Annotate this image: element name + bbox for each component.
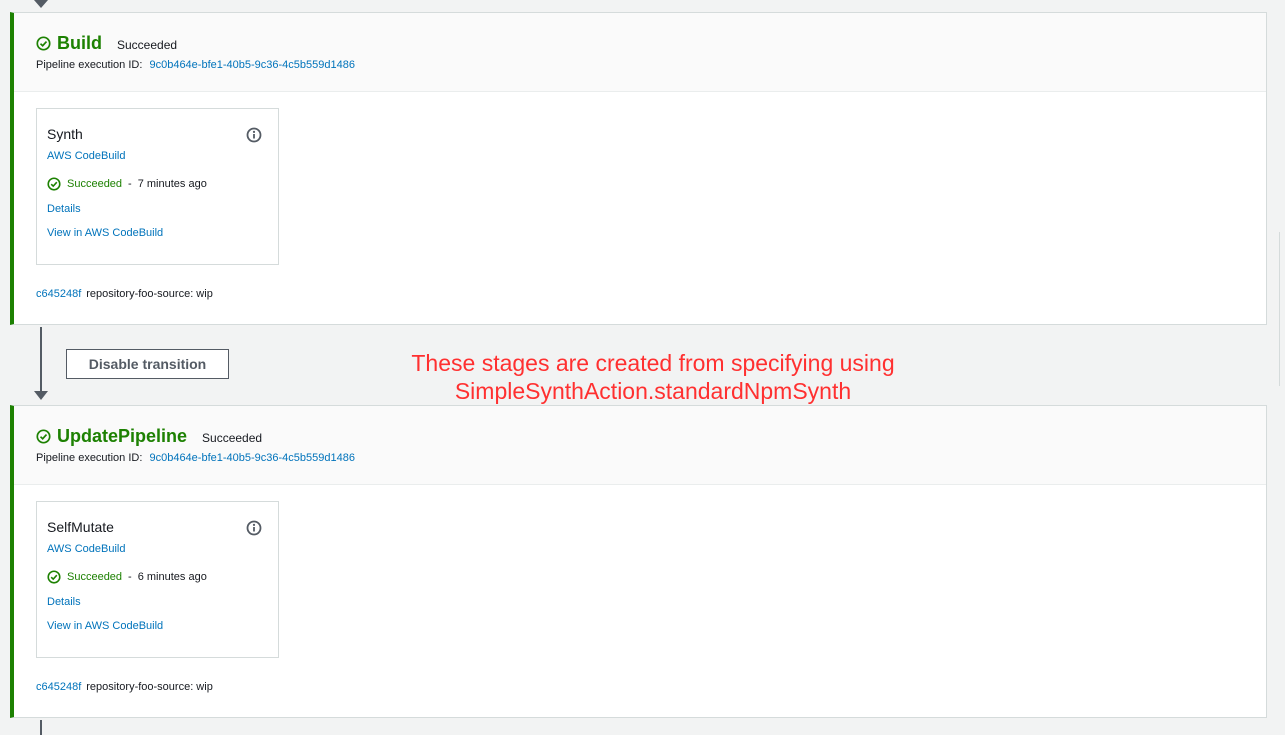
stage-build: Build Succeeded Pipeline execution ID: 9…: [10, 12, 1267, 325]
view-in-codebuild-link[interactable]: View in AWS CodeBuild: [47, 227, 278, 239]
check-circle-icon: [47, 177, 61, 191]
action-time: 6 minutes ago: [137, 571, 207, 583]
action-card-selfmutate: SelfMutate AWS CodeBuild Succeeded - 6 m…: [36, 501, 279, 658]
action-status: Succeeded: [67, 178, 123, 190]
action-time: 7 minutes ago: [137, 178, 207, 190]
action-status: Succeeded: [67, 571, 123, 583]
action-card-synth: Synth AWS CodeBuild Succeeded - 7 minute…: [36, 108, 279, 265]
action-provider-link[interactable]: AWS CodeBuild: [47, 150, 278, 162]
commit-message: repository-foo-source: wip: [86, 288, 213, 300]
view-in-codebuild-link[interactable]: View in AWS CodeBuild: [47, 620, 278, 632]
check-circle-icon: [47, 570, 61, 584]
exec-id-label: Pipeline execution ID:: [36, 59, 143, 71]
action-provider-link[interactable]: AWS CodeBuild: [47, 543, 278, 555]
commit-message: repository-foo-source: wip: [86, 681, 213, 693]
info-icon[interactable]: [246, 520, 262, 536]
check-circle-icon: [36, 428, 51, 444]
action-name: Synth: [47, 126, 83, 142]
annotation-line-1: These stages are created from specifying…: [411, 350, 895, 376]
action-name: SelfMutate: [47, 519, 114, 535]
stage-name: UpdatePipeline: [57, 425, 188, 446]
stage-update-pipeline: UpdatePipeline Succeeded Pipeline execut…: [10, 405, 1267, 718]
scrollbar-edge: [1279, 232, 1285, 386]
exec-id-link[interactable]: 9c0b464e-bfe1-40b5-9c36-4c5b559d1486: [149, 59, 355, 71]
disable-transition-button[interactable]: Disable transition: [66, 349, 229, 379]
annotation-text: These stages are created from specifying…: [378, 349, 928, 405]
separator: -: [128, 571, 132, 583]
commit-link[interactable]: c645248f: [36, 288, 81, 300]
transition-arrow-line: [40, 720, 42, 735]
source-revision: c645248f repository-foo-source: wip: [36, 681, 213, 693]
separator: -: [128, 178, 132, 190]
transition-arrow-line: [40, 327, 42, 393]
check-circle-icon: [36, 35, 51, 51]
stage-status: Succeeded: [117, 37, 178, 52]
commit-link[interactable]: c645248f: [36, 681, 81, 693]
annotation-line-2: SimpleSynthAction.standardNpmSynth: [454, 378, 852, 404]
stage-header: UpdatePipeline Succeeded Pipeline execut…: [14, 406, 1266, 485]
arrow-down-icon: [34, 391, 48, 400]
details-link[interactable]: Details: [47, 596, 278, 608]
flow-arrow-down-icon: [34, 0, 48, 8]
exec-id-label: Pipeline execution ID:: [36, 452, 143, 464]
stage-name: Build: [57, 32, 102, 53]
info-icon[interactable]: [246, 127, 262, 143]
stage-header: Build Succeeded Pipeline execution ID: 9…: [14, 13, 1266, 92]
source-revision: c645248f repository-foo-source: wip: [36, 288, 213, 300]
stage-status: Succeeded: [202, 430, 263, 445]
exec-id-link[interactable]: 9c0b464e-bfe1-40b5-9c36-4c5b559d1486: [149, 452, 355, 464]
details-link[interactable]: Details: [47, 203, 278, 215]
